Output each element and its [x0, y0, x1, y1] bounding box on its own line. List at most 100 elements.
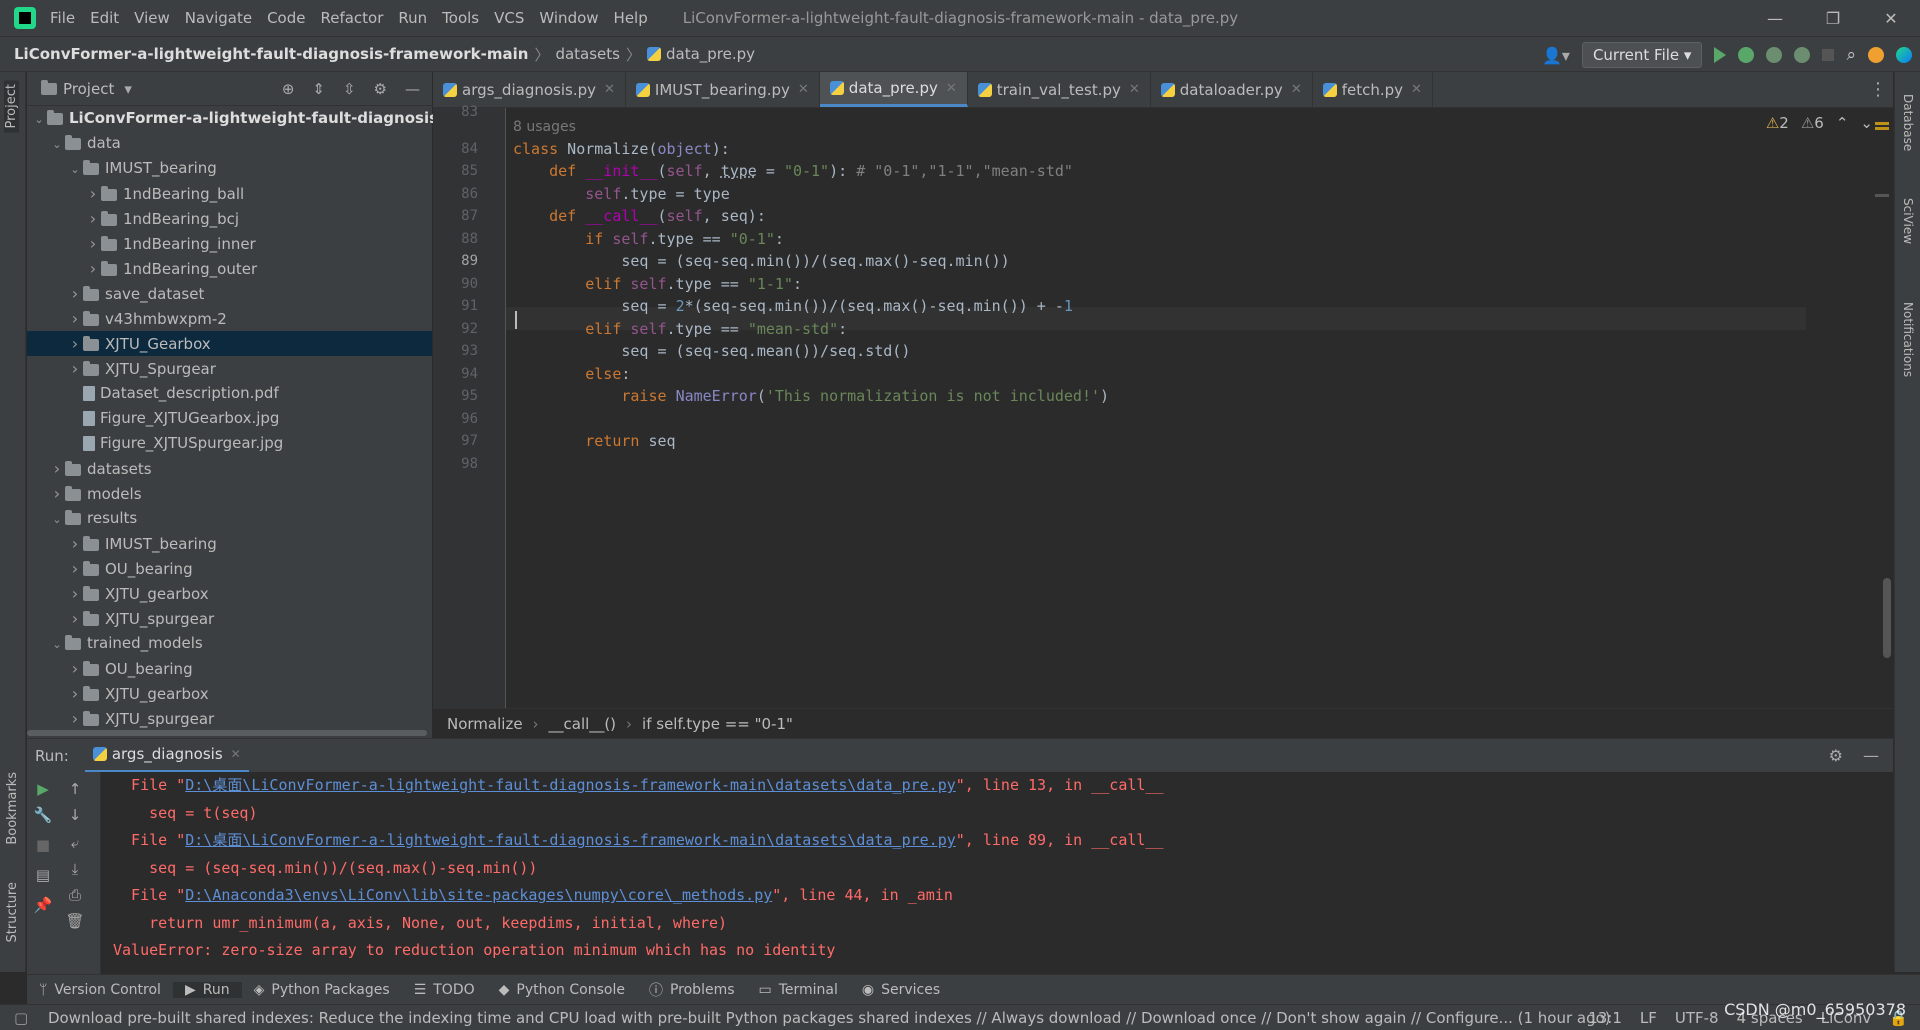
chevron-down-icon[interactable]: ⌄ [1860, 114, 1873, 132]
layout-toggle-icon[interactable]: ▢ [14, 1009, 28, 1027]
chevron-right-icon[interactable]: › [49, 456, 65, 481]
tree-item[interactable]: › OU_bearing [27, 656, 432, 681]
close-icon[interactable]: ✕ [1862, 0, 1920, 36]
vertical-scrollbar[interactable] [1879, 108, 1893, 708]
menu-tools[interactable]: Tools [442, 9, 479, 27]
chevron-right-icon[interactable]: › [85, 206, 101, 231]
locate-icon[interactable]: ⊕ [282, 80, 295, 98]
tree-item[interactable]: › XJTU_Gearbox [27, 331, 432, 356]
tree-item[interactable]: › 1ndBearing_inner [27, 231, 432, 256]
usages-hint[interactable]: 8 usages [513, 119, 576, 135]
project-view-title[interactable]: Project [63, 80, 114, 98]
chevron-right-icon[interactable]: › [67, 331, 83, 356]
more-tabs-icon[interactable]: ⋮ [1863, 72, 1893, 107]
chevron-right-icon[interactable]: › [67, 306, 83, 331]
chevron-right-icon[interactable]: › [85, 181, 101, 206]
menu-run[interactable]: Run [398, 9, 427, 27]
chevron-up-icon[interactable]: ⌃ [1836, 114, 1849, 132]
file-link[interactable]: D:\桌面\LiConvFormer-a-lightweight-fault-d… [185, 831, 956, 849]
tree-item[interactable]: Figure_XJTUGearbox.jpg [27, 406, 432, 431]
chevron-right-icon[interactable]: › [49, 481, 65, 506]
chevron-right-icon[interactable]: › [67, 581, 83, 606]
chevron-right-icon[interactable]: › [85, 231, 101, 256]
tree-item[interactable]: › IMUST_bearing [27, 531, 432, 556]
python-console-tab[interactable]: ◆ Python Console [487, 982, 637, 998]
run-icon[interactable] [1714, 47, 1727, 63]
stop-icon[interactable]: ■ [31, 836, 55, 854]
menu-view[interactable]: View [134, 9, 170, 27]
chevron-right-icon[interactable]: › [67, 356, 83, 381]
tree-item[interactable]: ⌄ trained_models [27, 631, 432, 656]
user-icon[interactable]: 👤▾ [1542, 46, 1570, 65]
jetbrains-icon[interactable] [1896, 47, 1912, 63]
horizontal-scrollbar[interactable] [27, 728, 432, 738]
close-icon[interactable]: ✕ [798, 82, 809, 97]
update-icon[interactable] [1868, 47, 1884, 63]
terminal-tab[interactable]: ▭ Terminal [747, 982, 850, 998]
bookmarks-tool-button[interactable]: Bookmarks [5, 772, 20, 845]
tree-item[interactable]: › 1ndBearing_outer [27, 256, 432, 281]
tab-IMUST_bearing-py[interactable]: IMUST_bearing.py ✕ [626, 72, 820, 107]
menu-refactor[interactable]: Refactor [320, 9, 383, 27]
python-packages-tab[interactable]: ◈ Python Packages [242, 982, 402, 998]
status-message[interactable]: Download pre-built shared indexes: Reduc… [48, 1009, 1611, 1027]
chevron-down-icon[interactable]: ⌄ [31, 107, 47, 132]
layout-icon[interactable]: ▤ [31, 866, 55, 884]
caret-position[interactable]: 13:1 [1588, 1009, 1622, 1027]
chevron-down-icon[interactable]: ⌄ [67, 157, 83, 182]
close-icon[interactable]: ✕ [1291, 82, 1302, 97]
menu-vcs[interactable]: VCS [494, 9, 524, 27]
breadcrumb-folder[interactable]: datasets [555, 45, 620, 63]
tree-item[interactable]: › XJTU_Spurgear [27, 356, 432, 381]
tree-item[interactable]: › XJTU_gearbox [27, 581, 432, 606]
restore-icon[interactable]: ❐ [1804, 0, 1862, 36]
inspection-widget[interactable]: ⚠2 ⚠6 ⌃ ⌄ [1766, 114, 1873, 132]
chevron-right-icon[interactable]: › [67, 681, 83, 706]
tree-item[interactable]: Figure_XJTUSpurgear.jpg [27, 431, 432, 456]
menu-help[interactable]: Help [614, 9, 648, 27]
tree-item[interactable]: ⌄ results [27, 506, 432, 531]
tree-item[interactable]: › save_dataset [27, 281, 432, 306]
menu-code[interactable]: Code [267, 9, 305, 27]
close-icon[interactable]: ✕ [1129, 82, 1140, 97]
tree-item[interactable]: Dataset_description.pdf [27, 381, 432, 406]
profile-icon[interactable] [1794, 47, 1811, 63]
minimize-icon[interactable]: — [1746, 0, 1804, 36]
stop-icon[interactable] [1822, 49, 1835, 61]
up-arrow-icon[interactable]: ↑ [63, 780, 87, 798]
tree-item[interactable]: › 1ndBearing_bcj [27, 206, 432, 231]
menu-window[interactable]: Window [539, 9, 598, 27]
chevron-down-icon[interactable]: ▾ [124, 80, 132, 98]
tree-item[interactable]: › datasets [27, 456, 432, 481]
scroll-to-end-icon[interactable]: ⤓ [63, 860, 87, 878]
line-separator[interactable]: LF [1640, 1009, 1657, 1027]
chevron-down-icon[interactable]: ⌄ [49, 632, 65, 657]
down-arrow-icon[interactable]: ↓ [63, 806, 87, 824]
trash-icon[interactable]: 🗑 [63, 912, 87, 930]
run-tool-tab[interactable]: ▶ Run [172, 981, 242, 998]
tree-item[interactable]: › v43hmbwxpm-2 [27, 306, 432, 331]
print-icon[interactable]: ⎙ [63, 886, 87, 904]
chevron-right-icon[interactable]: › [67, 531, 83, 556]
breadcrumb-class[interactable]: Normalize [447, 715, 523, 733]
collapse-all-icon[interactable]: ⇳ [343, 80, 356, 98]
tab-fetch-py[interactable]: fetch.py ✕ [1313, 72, 1433, 107]
chevron-down-icon[interactable]: ⌄ [49, 507, 65, 532]
file-link[interactable]: D:\桌面\LiConvFormer-a-lightweight-fault-d… [185, 776, 956, 794]
tree-item[interactable]: ⌄ data [27, 131, 432, 156]
notifications-tool-button[interactable]: Notifications [1901, 302, 1915, 377]
close-icon[interactable]: ✕ [604, 82, 615, 97]
breadcrumb-statement[interactable]: if self.type == "0-1" [642, 715, 793, 733]
hide-icon[interactable]: — [405, 80, 420, 98]
problems-tab[interactable]: ⓘ Problems [637, 980, 747, 1000]
rerun-icon[interactable]: ▶ [31, 780, 55, 798]
project-tool-button[interactable]: Project [4, 80, 19, 133]
code-editor[interactable]: 83 84 85 86 87 88 89 90 91 92 93 94 95 96 97 98 8 usage… [433, 104, 1893, 708]
wrench-icon[interactable]: 🔧 [31, 806, 55, 824]
hide-icon[interactable]: — [1863, 746, 1879, 765]
run-tab[interactable]: args_diagnosis ✕ [84, 739, 249, 773]
chevron-right-icon[interactable]: › [67, 656, 83, 681]
chevron-right-icon[interactable]: › [67, 281, 83, 306]
tab-data_pre-py[interactable]: data_pre.py ✕ [819, 72, 968, 107]
version-control-tab[interactable]: ᛘ Version Control [27, 982, 173, 998]
